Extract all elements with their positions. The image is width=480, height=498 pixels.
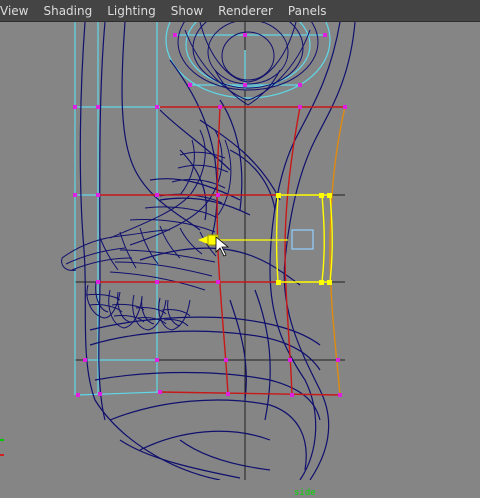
3d-viewport[interactable]: side <box>0 22 480 498</box>
viewport-menu-bar: View Shading Lighting Show Renderer Pane… <box>0 0 480 22</box>
menu-renderer[interactable]: Renderer <box>218 0 273 22</box>
axis-gizmo-icon <box>0 439 4 456</box>
hand-wire-dense <box>61 129 232 331</box>
move-manipulator[interactable] <box>198 229 314 250</box>
menu-panels[interactable]: Panels <box>288 0 327 22</box>
grid-lines <box>75 22 345 480</box>
menu-show[interactable]: Show <box>171 0 203 22</box>
camera-name-label: side <box>294 488 316 498</box>
viewport-canvas[interactable] <box>0 22 480 480</box>
menu-view[interactable]: View <box>0 0 28 22</box>
menu-shading[interactable]: Shading <box>43 0 92 22</box>
menu-lighting[interactable]: Lighting <box>107 0 156 22</box>
